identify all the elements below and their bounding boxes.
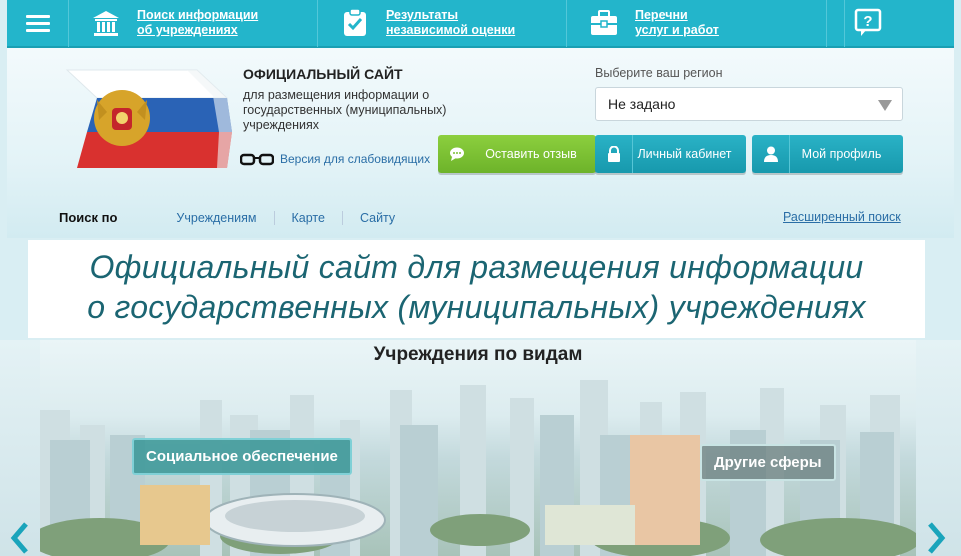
my-profile-label: Мой профиль bbox=[801, 147, 882, 161]
nav-label-line2: услуг и работ bbox=[635, 23, 719, 37]
site-title: ОФИЦИАЛЬНЫЙ САЙТ bbox=[243, 66, 403, 82]
help-chat-icon: ? bbox=[854, 8, 882, 36]
briefcase-icon bbox=[589, 8, 619, 38]
institutions-banner: Учреждения по видам Социальное обеспечен… bbox=[40, 340, 916, 556]
caption-overlay: Официальный сайт для размещения информац… bbox=[28, 240, 925, 338]
my-profile-button[interactable]: Мой профиль bbox=[752, 135, 903, 173]
search-by-tabs: Поиск по Учреждениям Карте Сайту bbox=[59, 210, 412, 225]
nav-independent-assessment[interactable]: Результаты независимой оценки bbox=[318, 0, 567, 47]
chevron-right-icon[interactable] bbox=[924, 520, 948, 556]
advanced-search-link[interactable]: Расширенный поиск bbox=[783, 210, 901, 224]
region-select[interactable]: Не задано bbox=[595, 87, 903, 121]
nav-label-line2: независимой оценки bbox=[386, 23, 516, 37]
chevron-left-icon[interactable] bbox=[8, 520, 32, 556]
other-areas-tag[interactable]: Другие сферы bbox=[700, 444, 836, 481]
region-select-value: Не задано bbox=[608, 96, 676, 112]
lock-icon bbox=[595, 135, 633, 173]
glasses-icon bbox=[240, 153, 274, 166]
nav-label-line1: Результаты bbox=[386, 8, 459, 22]
chevron-down-icon bbox=[878, 100, 892, 111]
site-header: ОФИЦИАЛЬНЫЙ САЙТ для размещения информац… bbox=[7, 48, 954, 238]
site-logo[interactable] bbox=[57, 60, 237, 170]
institution-icon bbox=[91, 8, 121, 38]
hamburger-menu-button[interactable] bbox=[7, 0, 69, 47]
caption-line1: Официальный сайт для размещения информац… bbox=[89, 249, 864, 285]
region-label: Выберите ваш регион bbox=[595, 66, 723, 80]
feedback-button[interactable]: Оставить отзыв bbox=[438, 135, 596, 173]
top-navigation: Поиск информации об учреждениях Результат… bbox=[7, 0, 954, 48]
nav-institution-search[interactable]: Поиск информации об учреждениях bbox=[69, 0, 318, 47]
help-button[interactable]: ? bbox=[844, 0, 891, 47]
feedback-button-label: Оставить отзыв bbox=[485, 147, 577, 161]
caption-line2: о государственных (муниципальных) учрежд… bbox=[87, 289, 866, 325]
social-security-tag[interactable]: Социальное обеспечение bbox=[132, 438, 352, 475]
banner-title: Учреждения по видам bbox=[373, 344, 583, 365]
clipboard-check-icon bbox=[340, 8, 370, 38]
nav-label-line2: об учреждениях bbox=[137, 23, 238, 37]
tab-map[interactable]: Карте bbox=[275, 210, 343, 225]
nav-label-line1: Перечни bbox=[635, 8, 688, 22]
tab-site[interactable]: Сайту bbox=[343, 211, 412, 225]
tab-institutions[interactable]: Учреждениям bbox=[159, 210, 275, 225]
site-description: для размещения информации о государствен… bbox=[243, 88, 447, 132]
personal-cabinet-label: Личный кабинет bbox=[637, 147, 732, 161]
chat-bubble-icon bbox=[438, 135, 476, 173]
hamburger-icon bbox=[25, 13, 50, 34]
low-vision-link[interactable]: Версия для слабовидящих bbox=[240, 152, 430, 166]
search-by-label: Поиск по bbox=[59, 210, 118, 225]
low-vision-label: Версия для слабовидящих bbox=[280, 152, 431, 166]
nav-services-lists[interactable]: Перечни услуг и работ bbox=[567, 0, 827, 47]
personal-cabinet-button[interactable]: Личный кабинет bbox=[595, 135, 746, 173]
nav-label-line1: Поиск информации bbox=[137, 8, 259, 22]
svg-text:?: ? bbox=[863, 13, 872, 30]
user-icon bbox=[752, 135, 790, 173]
